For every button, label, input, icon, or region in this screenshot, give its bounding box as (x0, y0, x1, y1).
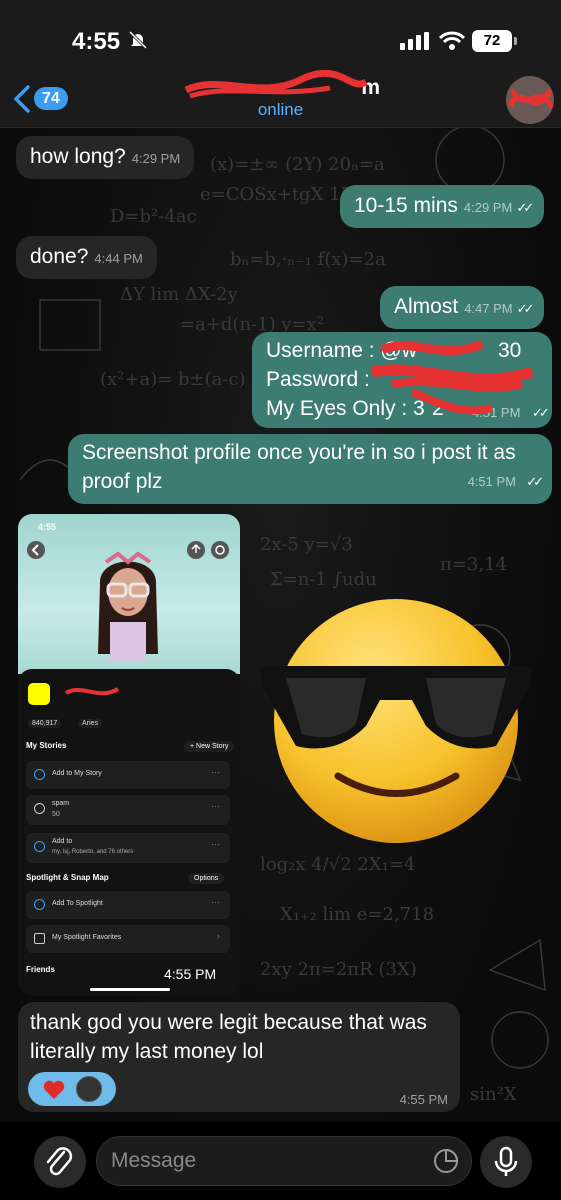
group-story-label: Add to (52, 838, 73, 845)
message-time: 4:44 PM (94, 251, 143, 266)
contact-avatar[interactable] (506, 76, 554, 124)
screenshot-status-time: 4:55 (38, 522, 57, 532)
snapcode-icon (28, 683, 50, 705)
status-time: 4:55 (72, 28, 121, 55)
message-time: 4:29 PM (131, 151, 181, 166)
svg-text:D=b²-4ac: D=b²-4ac (110, 206, 197, 227)
spam-story-row: spam 50 ··· (26, 795, 230, 825)
double-check-icon: ✓✓ (516, 200, 534, 215)
reactions-pill[interactable] (28, 1072, 116, 1106)
battery-indicator: 72 (472, 30, 517, 52)
bitmoji-avatar (98, 551, 158, 662)
camera-icon (34, 899, 45, 910)
svg-text:2xy 2π=2πR (3X): 2xy 2π=2πR (3X) (260, 959, 417, 980)
add-to-spotlight-label: Add To Spotlight (52, 900, 103, 907)
message-time: 4:29 PM (463, 200, 513, 215)
spotlight-favorites-row: My Spotlight Favorites › (26, 925, 230, 953)
svg-text:2x-5 y=√3: 2x-5 y=√3 (260, 534, 353, 555)
message-bubble-incoming[interactable]: how long? 4:29 PM (16, 136, 195, 179)
screenshot-share-settings-icons (187, 541, 229, 559)
screenshot-profile-header: 4:55 (18, 514, 240, 674)
svg-text:sin²X: sin²X (470, 1084, 517, 1105)
message-bubble-outgoing[interactable]: Username : @w 30 Password : My Eyes Only … (252, 332, 552, 428)
message-composer (0, 1122, 561, 1200)
message-text: how long? (30, 145, 126, 168)
new-story-button: + New Story (184, 741, 235, 752)
snap-score: 840,917 (28, 719, 62, 728)
credentials-redaction-scribble (370, 339, 534, 415)
message-bubble-incoming[interactable]: done? 4:44 PM (16, 236, 157, 279)
message-time: 4:55 PM (399, 1092, 448, 1107)
add-to-my-story-label: Add to My Story (52, 770, 102, 777)
message-text: Almost (394, 295, 459, 318)
message-text: Screenshot profile once you're in so i p… (82, 441, 516, 493)
zodiac-badge: Aries (78, 719, 102, 728)
svg-text:(x²+a)= b±(a-c): (x²+a)= b±(a-c) (100, 369, 246, 390)
message-time: 4:47 PM (464, 301, 513, 316)
heart-outline-icon (34, 933, 45, 944)
spam-story-label: spam (52, 800, 70, 807)
svg-text:e=COSx+tgX 15: e=COSx+tgX 15 (200, 184, 352, 205)
more-icon: ··· (211, 801, 220, 811)
svg-text:π=3,14: π=3,14 (440, 554, 507, 575)
screenshot-back-icon (27, 541, 45, 559)
heart-icon (43, 1080, 65, 1099)
reaction-avatar (76, 1076, 102, 1102)
wifi-icon (438, 31, 466, 50)
add-to-my-story-row: Add to My Story ··· (26, 761, 230, 789)
message-bubble-outgoing[interactable]: Almost 4:47 PM ✓✓ (380, 286, 545, 329)
microphone-icon (494, 1146, 518, 1176)
message-bubble-incoming[interactable]: thank god you were legit because that wa… (18, 1002, 460, 1112)
sticker-icon[interactable] (432, 1147, 460, 1175)
my-stories-heading: My Stories (26, 741, 67, 750)
more-icon: ··· (211, 839, 220, 849)
chevron-right-icon: › (217, 931, 220, 941)
signal-icon (400, 32, 429, 50)
screenshot-profile-sheet: 840,917 Aries My Stories + New Story Add… (18, 669, 240, 996)
more-icon: ··· (211, 897, 220, 907)
svg-text:Σ=n-1 ∫udu: Σ=n-1 ∫udu (270, 569, 377, 590)
story-thumbnail-icon (34, 803, 45, 814)
status-bar: 4:55 72 (0, 0, 561, 70)
double-check-icon: ✓✓ (526, 474, 544, 489)
spotlight-heading: Spotlight & Snap Map (26, 873, 109, 882)
username-redaction-scribble (64, 687, 120, 696)
message-bubble-outgoing[interactable]: Screenshot profile once you're in so i p… (68, 434, 552, 504)
attach-button[interactable] (34, 1136, 86, 1188)
svg-text:X₁₊₂ lim e=2,718: X₁₊₂ lim e=2,718 (280, 904, 434, 925)
contact-status: online (257, 100, 304, 119)
friends-heading: Friends (26, 965, 55, 974)
message-time: 4:55 PM (164, 966, 217, 982)
name-redaction-scribble (184, 70, 368, 99)
microphone-button[interactable] (480, 1136, 532, 1188)
message-text: 10-15 mins (354, 194, 458, 217)
bell-off-icon (128, 30, 148, 50)
avatar-redaction-scribble (507, 88, 554, 110)
message-bubble-outgoing[interactable]: 10-15 mins 4:29 PM ✓✓ (340, 185, 545, 228)
sunglasses-emoji-sticker[interactable] (256, 596, 546, 846)
message-text: thank god you were legit because that wa… (30, 1011, 427, 1063)
home-indicator (90, 988, 170, 991)
paperclip-icon (46, 1147, 73, 1176)
more-icon: ··· (211, 767, 220, 777)
group-story-row: Add to my, lsj, Roberto, and 76 others ·… (26, 833, 230, 863)
spotlight-favorites-label: My Spotlight Favorites (52, 934, 122, 941)
options-button: Options (188, 873, 225, 884)
camera-icon (34, 841, 45, 852)
svg-text:ΔY lim ΔX-2y: ΔY lim ΔX-2y (120, 284, 239, 305)
spam-story-views: 50 (52, 811, 60, 818)
message-time: 4:51 PM (467, 474, 516, 489)
message-text: done? (30, 245, 89, 268)
group-story-members: my, lsj, Roberto, and 76 others (52, 849, 134, 855)
svg-text:(x)=±∞ (2Y) 20ₙ=a: (x)=±∞ (2Y) 20ₙ=a (210, 154, 385, 175)
chat-header: 74 m online (0, 70, 561, 128)
camera-icon (34, 769, 45, 780)
svg-text:bₙ=b,·ₙ₋₁ f(x)=2a: bₙ=b,·ₙ₋₁ f(x)=2a (230, 249, 386, 270)
message-image-screenshot[interactable]: 4:55 840,917 Aries My Stories + New Stor… (18, 514, 240, 996)
double-check-icon: ✓✓ (516, 301, 535, 316)
svg-text:log₂x 4/√2 2X₁=4: log₂x 4/√2 2X₁=4 (260, 854, 415, 875)
message-input[interactable] (96, 1136, 472, 1186)
add-to-spotlight-row: Add To Spotlight ··· (26, 891, 230, 919)
